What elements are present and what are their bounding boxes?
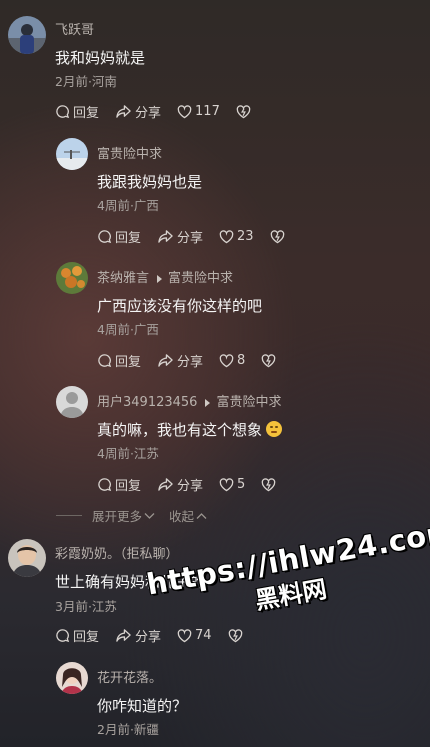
reply-button[interactable]: 回复 bbox=[55, 102, 99, 121]
reply-button[interactable]: 回复 bbox=[97, 227, 141, 246]
share-label: 分享 bbox=[177, 231, 204, 246]
chevron-up-icon bbox=[196, 512, 207, 519]
reply-to-arrow-icon bbox=[205, 398, 211, 407]
broken-heart-icon bbox=[262, 477, 276, 491]
heart-icon bbox=[177, 628, 192, 642]
reply-actions: 回复 分享 5 bbox=[97, 475, 295, 494]
heart-icon bbox=[219, 477, 234, 491]
share-button[interactable]: 分享 bbox=[157, 227, 203, 246]
expand-more-label: 展开更多 bbox=[92, 509, 143, 524]
reply-button[interactable]: 回复 bbox=[97, 351, 141, 370]
collapse-label: 收起 bbox=[169, 509, 195, 524]
like-count: 8 bbox=[237, 353, 246, 368]
reply-text-content: 真的嘛，我也有这个想象 bbox=[97, 421, 263, 439]
dislike-button[interactable] bbox=[236, 104, 254, 119]
watermark: https://ihlw24.com 黑料网 bbox=[144, 513, 430, 634]
comment-meta: 3月前·江苏 bbox=[55, 599, 117, 614]
broken-heart-icon bbox=[236, 104, 251, 118]
broken-heart-icon bbox=[228, 628, 242, 642]
comment-author[interactable]: 彩霞奶奶。（拒私聊） bbox=[55, 543, 179, 562]
like-button[interactable]: 5 bbox=[219, 477, 245, 492]
broken-heart-icon bbox=[262, 353, 276, 367]
divider-line bbox=[56, 515, 82, 516]
reply-to-arrow-icon bbox=[157, 274, 163, 283]
reply-author-name[interactable]: 茶纳雅言 bbox=[97, 271, 149, 286]
avatar[interactable] bbox=[56, 262, 88, 294]
heart-icon bbox=[219, 353, 234, 367]
share-label: 分享 bbox=[177, 355, 204, 370]
like-button[interactable]: 117 bbox=[177, 104, 220, 119]
share-button[interactable]: 分享 bbox=[157, 351, 203, 370]
reply-label: 回复 bbox=[115, 231, 142, 246]
heart-icon bbox=[177, 104, 192, 118]
reply-label: 回复 bbox=[115, 355, 142, 370]
reply-author[interactable]: 富贵险中求 bbox=[97, 143, 162, 162]
like-button[interactable]: 23 bbox=[219, 229, 254, 244]
share-arrow-icon bbox=[116, 629, 131, 642]
reply-author-name[interactable]: 富贵险中求 bbox=[97, 147, 162, 162]
reply-bubble-icon bbox=[98, 354, 112, 368]
expand-collapse-row: 展开更多 收起 bbox=[56, 506, 207, 525]
reply-label: 回复 bbox=[73, 630, 100, 645]
reply-author-name[interactable]: 用户349123456 bbox=[97, 395, 197, 410]
chevron-down-icon bbox=[144, 512, 155, 519]
reply-meta: 4周前·广西 bbox=[97, 198, 159, 213]
reply-text: 你咋知道的？ bbox=[97, 697, 188, 715]
reply-text: 真的嘛，我也有这个想象 bbox=[97, 419, 283, 440]
reply-bubble-icon bbox=[98, 478, 112, 492]
broken-heart-icon bbox=[270, 229, 284, 243]
like-count: 5 bbox=[237, 477, 246, 492]
share-arrow-icon bbox=[158, 230, 173, 243]
dislike-button[interactable] bbox=[270, 229, 288, 244]
avatar[interactable] bbox=[56, 386, 88, 418]
reply-bubble-icon bbox=[56, 105, 70, 119]
reply-author[interactable]: 花开花落。 bbox=[97, 667, 162, 686]
avatar[interactable] bbox=[56, 138, 88, 170]
heart-icon bbox=[219, 229, 234, 243]
share-arrow-icon bbox=[158, 478, 173, 491]
reply-to-name[interactable]: 富贵险中求 bbox=[216, 395, 281, 410]
reply-to-name[interactable]: 富贵险中求 bbox=[168, 271, 233, 286]
share-arrow-icon bbox=[116, 105, 131, 118]
comment-actions: 回复 分享 117 bbox=[55, 102, 270, 121]
share-button[interactable]: 分享 bbox=[115, 102, 161, 121]
comment-meta: 2月前·河南 bbox=[55, 74, 117, 89]
comment-text: 我和妈妈就是 bbox=[55, 49, 146, 67]
dislike-button[interactable] bbox=[261, 477, 279, 492]
avatar[interactable] bbox=[8, 16, 46, 54]
reply-author-name[interactable]: 花开花落。 bbox=[97, 671, 162, 686]
reply-button[interactable]: 回复 bbox=[55, 626, 99, 645]
reply-meta: 2月前·新疆 bbox=[97, 722, 159, 737]
reply-bubble-icon bbox=[98, 230, 112, 244]
like-button[interactable]: 74 bbox=[177, 628, 212, 643]
dislike-button[interactable] bbox=[228, 628, 246, 643]
reply-meta: 4周前·广西 bbox=[97, 322, 159, 337]
reply-text: 我跟我妈妈也是 bbox=[97, 173, 203, 191]
reply-button[interactable]: 回复 bbox=[97, 475, 141, 494]
share-arrow-icon bbox=[158, 354, 173, 367]
reply-bubble-icon bbox=[56, 629, 70, 643]
share-label: 分享 bbox=[177, 479, 204, 494]
avatar[interactable] bbox=[8, 539, 46, 577]
reply-author[interactable]: 茶纳雅言 富贵险中求 bbox=[97, 267, 233, 286]
comment-author[interactable]: 飞跃哥 bbox=[55, 19, 94, 38]
reply-label: 回复 bbox=[115, 479, 142, 494]
collapse-button[interactable]: 收起 bbox=[169, 506, 207, 525]
avatar[interactable] bbox=[56, 662, 88, 694]
reply-label: 回复 bbox=[73, 106, 100, 121]
reply-actions: 回复 分享 8 bbox=[97, 351, 295, 370]
reply-actions: 回复 分享 23 bbox=[97, 227, 304, 246]
reply-author[interactable]: 用户349123456 富贵险中求 bbox=[97, 391, 281, 410]
like-count: 74 bbox=[195, 628, 212, 643]
share-button[interactable]: 分享 bbox=[157, 475, 203, 494]
smirk-emoji-icon bbox=[266, 421, 283, 437]
reply-text: 广西应该没有你这样的吧 bbox=[97, 297, 263, 315]
dislike-button[interactable] bbox=[261, 353, 279, 368]
like-count: 23 bbox=[237, 229, 254, 244]
like-count: 117 bbox=[195, 104, 220, 119]
share-label: 分享 bbox=[135, 106, 162, 121]
like-button[interactable]: 8 bbox=[219, 353, 245, 368]
reply-meta: 4周前·江苏 bbox=[97, 446, 159, 461]
expand-more-button[interactable]: 展开更多 bbox=[92, 506, 155, 525]
